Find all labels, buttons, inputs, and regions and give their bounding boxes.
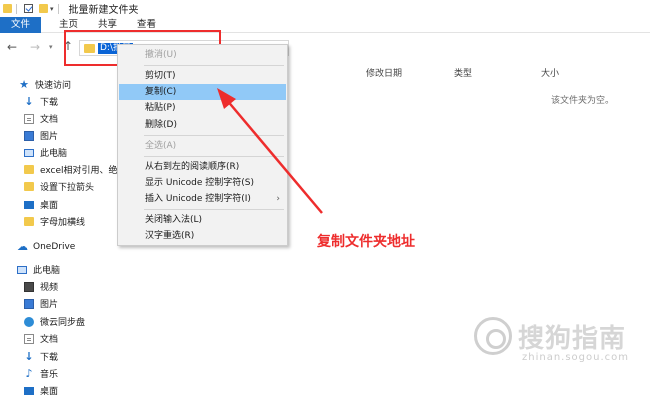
watermark-logo-icon bbox=[474, 317, 512, 355]
watermark-url: zhinan.sogou.com bbox=[522, 352, 630, 363]
watermark-text: 搜狗指南 bbox=[518, 324, 627, 354]
annotation-label: 复制文件夹地址 bbox=[317, 234, 415, 250]
